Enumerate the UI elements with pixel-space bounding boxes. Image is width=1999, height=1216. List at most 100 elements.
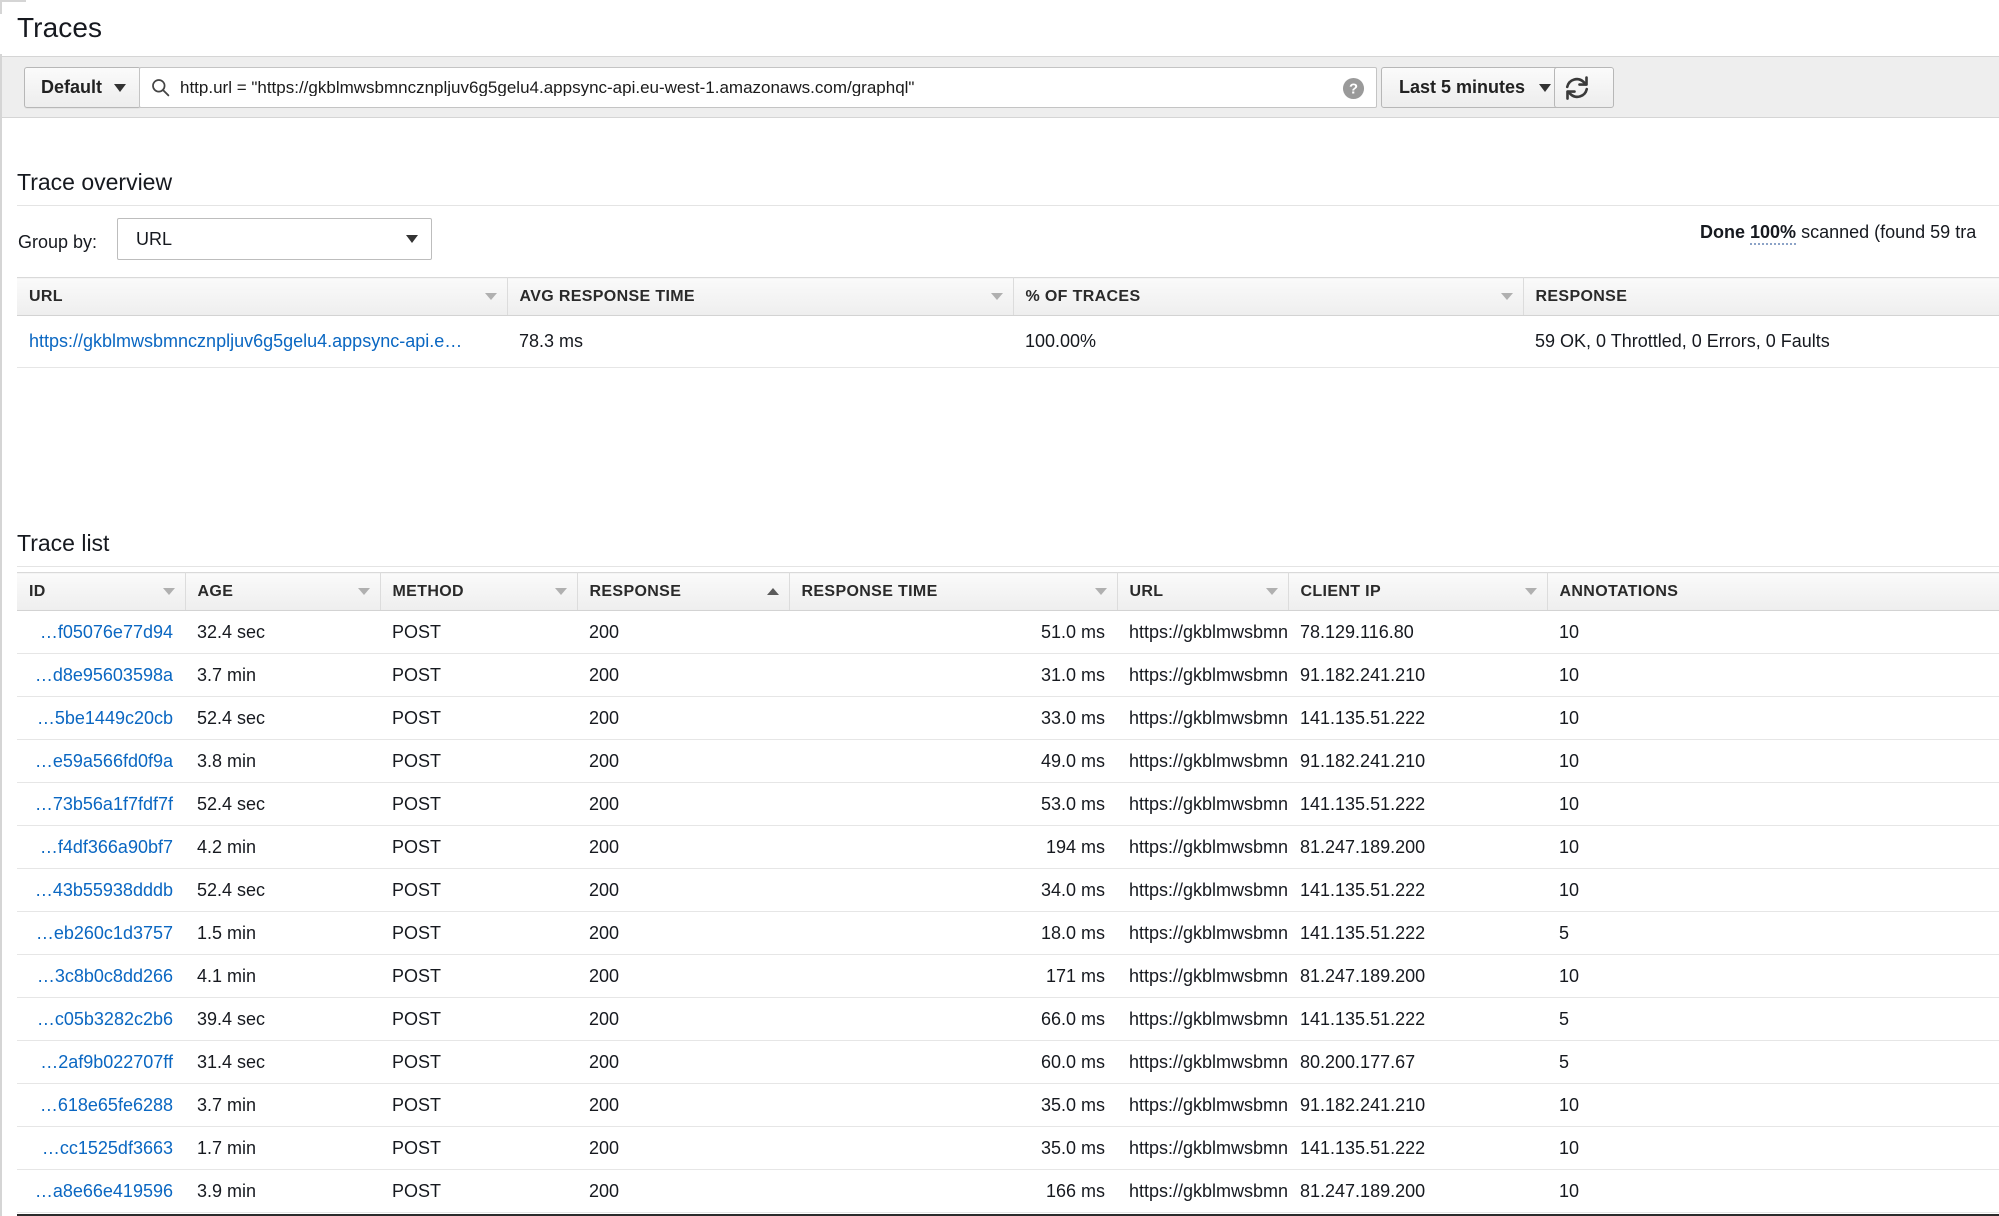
cell-url: https://gkblmwsbmn… — [1117, 697, 1288, 740]
search-icon — [151, 78, 170, 97]
cell-response: 200 — [577, 697, 789, 740]
cell-response-time: 49.0 ms — [789, 740, 1117, 783]
time-range-button[interactable]: Last 5 minutes — [1381, 67, 1569, 108]
cell-client-ip: 78.129.116.80 — [1288, 611, 1547, 654]
cell-method: POST — [380, 611, 577, 654]
cell-method: POST — [380, 826, 577, 869]
sort-caret-icon — [991, 293, 1003, 300]
cell-url: https://gkblmwsbmn… — [1117, 783, 1288, 826]
column-header-response[interactable]: RESPONSE — [1523, 278, 1999, 316]
column-header-avg-response-time[interactable]: AVG RESPONSE TIME — [507, 278, 1013, 316]
scan-status-rest: scanned (found 59 tra — [1801, 222, 1976, 242]
trace-id-link[interactable]: …d8e95603598a — [35, 665, 173, 685]
column-header-label: URL — [1130, 583, 1164, 601]
column-header-label: CLIENT IP — [1301, 583, 1382, 601]
trace-id-link[interactable]: …f05076e77d94 — [40, 622, 173, 642]
cell-age: 4.2 min — [185, 826, 380, 869]
trace-id-link[interactable]: …73b56a1f7fdf7f — [35, 794, 173, 814]
table-row[interactable]: …c05b3282c2b639.4 secPOST20066.0 mshttps… — [17, 998, 1999, 1041]
trace-id-link[interactable]: …3c8b0c8dd266 — [37, 966, 173, 986]
table-row[interactable]: …cc1525df36631.7 minPOST20035.0 mshttps:… — [17, 1127, 1999, 1170]
column-header-annotations[interactable]: ANNOTATIONS — [1547, 573, 1999, 611]
cell-age: 31.4 sec — [185, 1041, 380, 1084]
table-row[interactable]: …a8e66e4195963.9 minPOST200166 mshttps:/… — [17, 1170, 1999, 1213]
trace-id-link[interactable]: …e59a566fd0f9a — [35, 751, 173, 771]
column-header-url[interactable]: URL — [17, 278, 507, 316]
refresh-button[interactable] — [1554, 67, 1614, 108]
cell-client-ip: 141.135.51.222 — [1288, 697, 1547, 740]
trace-id-link[interactable]: …eb260c1d3757 — [36, 923, 173, 943]
cell-id: …618e65fe6288 — [17, 1084, 185, 1127]
trace-id-link[interactable]: …a8e66e419596 — [35, 1181, 173, 1201]
column-header-label: RESPONSE — [1536, 288, 1628, 306]
sort-caret-icon — [1266, 588, 1278, 595]
sort-caret-up-icon — [767, 588, 779, 595]
column-header-label: AGE — [198, 583, 234, 601]
trace-id-link[interactable]: …2af9b022707ff — [40, 1052, 173, 1072]
table-row[interactable]: https://gkblmwsbmncznpljuv6g5gelu4.appsy… — [17, 316, 1999, 368]
table-row[interactable]: …e59a566fd0f9a3.8 minPOST20049.0 mshttps… — [17, 740, 1999, 783]
trace-id-link[interactable]: …f4df366a90bf7 — [40, 837, 173, 857]
cell-response: 200 — [577, 611, 789, 654]
cell-response: 200 — [577, 1170, 789, 1213]
trace-id-link[interactable]: …5be1449c20cb — [37, 708, 173, 728]
table-row[interactable]: …3c8b0c8dd2664.1 minPOST200171 mshttps:/… — [17, 955, 1999, 998]
sort-caret-icon — [1525, 588, 1537, 595]
scan-status-percent[interactable]: 100% — [1750, 222, 1796, 245]
table-row[interactable]: …5be1449c20cb52.4 secPOST20033.0 mshttps… — [17, 697, 1999, 740]
cell-client-ip: 141.135.51.222 — [1288, 869, 1547, 912]
column-header-response[interactable]: RESPONSE — [577, 573, 789, 611]
table-row[interactable]: …f4df366a90bf74.2 minPOST200194 mshttps:… — [17, 826, 1999, 869]
time-range-label: Last 5 minutes — [1399, 77, 1525, 98]
trace-list-heading: Trace list — [17, 530, 109, 557]
cell-id: …a8e66e419596 — [17, 1170, 185, 1213]
column-header-percent-of-traces[interactable]: % OF TRACES — [1013, 278, 1523, 316]
scan-status: Done 100% scanned (found 59 tra — [1700, 222, 1976, 243]
cell-client-ip: 141.135.51.222 — [1288, 783, 1547, 826]
table-row[interactable]: …2af9b022707ff31.4 secPOST20060.0 mshttp… — [17, 1041, 1999, 1084]
table-row[interactable]: …f05076e77d9432.4 secPOST20051.0 mshttps… — [17, 611, 1999, 654]
column-header-client-ip[interactable]: CLIENT IP — [1288, 573, 1547, 611]
search-input[interactable]: http.url = "https://gkblmwsbmncznpljuv6g… — [139, 67, 1377, 108]
column-header-label: AVG RESPONSE TIME — [520, 288, 695, 306]
cell-id: …5be1449c20cb — [17, 697, 185, 740]
cell-age: 3.8 min — [185, 740, 380, 783]
table-row[interactable]: …d8e95603598a3.7 minPOST20031.0 mshttps:… — [17, 654, 1999, 697]
column-header-label: ID — [29, 583, 46, 601]
table-row[interactable]: …eb260c1d37571.5 minPOST20018.0 mshttps:… — [17, 912, 1999, 955]
trace-id-link[interactable]: …618e65fe6288 — [40, 1095, 173, 1115]
cell-response: 200 — [577, 955, 789, 998]
query-mode-button[interactable]: Default — [24, 67, 141, 108]
trace-id-link[interactable]: …cc1525df3663 — [42, 1138, 173, 1158]
cell-url: https://gkblmwsbmn… — [1117, 1127, 1288, 1170]
column-header-label: METHOD — [393, 583, 464, 601]
cell-method: POST — [380, 1127, 577, 1170]
cell-url: https://gkblmwsbmn… — [1117, 955, 1288, 998]
cell-client-ip: 91.182.241.210 — [1288, 654, 1547, 697]
trace-id-link[interactable]: …c05b3282c2b6 — [37, 1009, 173, 1029]
scan-status-done: Done — [1700, 222, 1745, 242]
group-by-select[interactable]: URL — [117, 218, 432, 260]
trace-overview-divider — [17, 205, 1999, 206]
table-row[interactable]: …73b56a1f7fdf7f52.4 secPOST20053.0 mshtt… — [17, 783, 1999, 826]
cell-method: POST — [380, 1084, 577, 1127]
cell-annotations: 10 — [1547, 955, 1999, 998]
trace-id-link[interactable]: …43b55938dddb — [35, 880, 173, 900]
cell-id: …d8e95603598a — [17, 654, 185, 697]
trace-url-link[interactable]: https://gkblmwsbmncznpljuv6g5gelu4.appsy… — [29, 331, 462, 351]
column-header-id[interactable]: ID — [17, 573, 185, 611]
cell-response-time: 35.0 ms — [789, 1127, 1117, 1170]
table-row[interactable]: …43b55938dddb52.4 secPOST20034.0 mshttps… — [17, 869, 1999, 912]
cell-id: …73b56a1f7fdf7f — [17, 783, 185, 826]
column-header-method[interactable]: METHOD — [380, 573, 577, 611]
chevron-down-icon — [406, 235, 418, 243]
cell-url: https://gkblmwsbmn… — [1117, 740, 1288, 783]
column-header-response-time[interactable]: RESPONSE TIME — [789, 573, 1117, 611]
cell-client-ip: 81.247.189.200 — [1288, 955, 1547, 998]
question-mark-circle-icon[interactable]: ? — [1342, 77, 1365, 100]
table-row[interactable]: …618e65fe62883.7 minPOST20035.0 mshttps:… — [17, 1084, 1999, 1127]
column-header-age[interactable]: AGE — [185, 573, 380, 611]
cell-response: 200 — [577, 998, 789, 1041]
column-header-url[interactable]: URL — [1117, 573, 1288, 611]
trace-list-scroll-area[interactable]: ID AGE METHOD — [0, 572, 1999, 1216]
